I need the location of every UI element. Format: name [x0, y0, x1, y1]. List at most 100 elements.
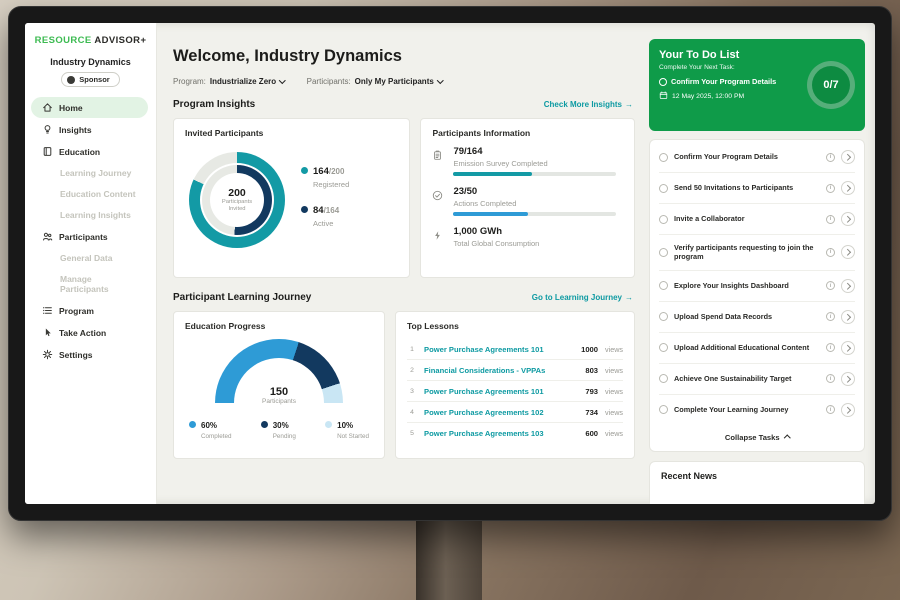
task-row[interactable]: Invite a Collaborator — [659, 204, 855, 235]
task-row[interactable]: Verify participants requesting to join t… — [659, 235, 855, 271]
task-go-button[interactable] — [841, 150, 855, 164]
info-icon[interactable] — [826, 184, 835, 193]
task-checkbox[interactable] — [659, 374, 668, 383]
participants-select-value: Only My Participants — [355, 77, 434, 86]
lesson-rank: 5 — [407, 430, 417, 437]
sidebar-item-education[interactable]: Education — [31, 141, 148, 162]
task-checkbox[interactable] — [659, 153, 668, 162]
donut-center-value: 200 — [228, 187, 246, 199]
lesson-views-unit: views — [605, 429, 623, 438]
info-icon[interactable] — [826, 215, 835, 224]
next-task-checkbox[interactable] — [659, 78, 667, 86]
lesson-link[interactable]: Power Purchase Agreements 103 — [424, 429, 578, 438]
stat-bar-fill — [453, 212, 528, 216]
sidebar-item-education-content[interactable]: Education Content — [31, 184, 148, 204]
sidebar-item-label: Education — [59, 147, 100, 157]
info-icon[interactable] — [826, 405, 835, 414]
task-row[interactable]: Explore Your Insights Dashboard — [659, 271, 855, 302]
task-row[interactable]: Achieve One Sustainability Target — [659, 364, 855, 395]
cursor-icon — [41, 327, 53, 338]
task-label: Upload Spend Data Records — [674, 312, 820, 321]
chevron-right-icon — [844, 216, 850, 222]
task-label: Send 50 Invitations to Participants — [674, 183, 820, 192]
sidebar-item-manage-participants[interactable]: Manage Participants — [31, 269, 148, 299]
task-row[interactable]: Send 50 Invitations to Participants — [659, 173, 855, 204]
task-label: Achieve One Sustainability Target — [674, 374, 820, 383]
sidebar-item-learning-insights[interactable]: Learning Insights — [31, 205, 148, 225]
monitor-bezel: RESOURCE ADVISOR+ Industry Dynamics Spon… — [8, 6, 892, 521]
sidebar-item-general-data[interactable]: General Data — [31, 248, 148, 268]
card-title: Education Progress — [185, 321, 373, 331]
info-icon[interactable] — [826, 248, 835, 257]
stat-label: Emission Survey Completed — [453, 159, 623, 168]
section-title: Program Insights — [173, 99, 255, 110]
sidebar-item-program[interactable]: Program — [31, 300, 148, 321]
task-row[interactable]: Confirm Your Program Details — [659, 142, 855, 173]
card-title: Invited Participants — [185, 128, 398, 138]
chevron-right-icon — [844, 185, 850, 191]
logo-plus: + — [140, 35, 146, 46]
task-checkbox[interactable] — [659, 281, 668, 290]
sidebar-item-take-action[interactable]: Take Action — [31, 322, 148, 343]
task-row[interactable]: Upload Additional Educational Content — [659, 333, 855, 364]
recent-news-title: Recent News — [661, 471, 853, 481]
legend-item-completed: 60% Completed — [189, 415, 231, 440]
collapse-tasks-button[interactable]: Collapse Tasks — [659, 425, 855, 449]
info-icon[interactable] — [826, 153, 835, 162]
arrow-right-icon: → — [625, 100, 633, 109]
chevron-right-icon — [844, 345, 850, 351]
info-icon[interactable] — [826, 281, 835, 290]
lesson-link[interactable]: Power Purchase Agreements 101 — [424, 387, 578, 396]
task-row[interactable]: Complete Your Learning Journey — [659, 395, 855, 425]
info-icon[interactable] — [826, 312, 835, 321]
go-to-learning-journey-link[interactable]: Go to Learning Journey → — [532, 293, 633, 302]
task-go-button[interactable] — [841, 245, 855, 259]
sidebar-item-participants[interactable]: Participants — [31, 226, 148, 247]
sidebar-item-home[interactable]: Home — [31, 97, 148, 118]
sidebar-item-learning-journey[interactable]: Learning Journey — [31, 163, 148, 183]
participants-select[interactable]: Only My Participants — [355, 77, 443, 86]
lesson-link[interactable]: Power Purchase Agreements 102 — [424, 408, 578, 417]
legend-total: /164 — [324, 206, 340, 215]
lesson-rank: 1 — [407, 346, 417, 353]
stat-value: 23/50 — [453, 186, 623, 197]
sidebar-item-insights[interactable]: Insights — [31, 119, 148, 140]
task-go-button[interactable] — [841, 403, 855, 417]
lesson-views: 803 — [585, 366, 598, 375]
task-checkbox[interactable] — [659, 215, 668, 224]
sponsor-badge: Sponsor — [61, 72, 119, 87]
lesson-rank: 4 — [407, 409, 417, 416]
stat-global-consumption: 1,000 GWh Total Global Consumption — [432, 226, 623, 252]
sidebar-item-label: Home — [59, 103, 83, 113]
education-progress-card: Education Progress 150 Participants 60% … — [173, 311, 385, 459]
lesson-link[interactable]: Financial Considerations - VPPAs — [424, 366, 578, 375]
todo-progress-value: 0/7 — [823, 79, 838, 91]
card-title: Top Lessons — [407, 321, 623, 331]
info-icon[interactable] — [826, 374, 835, 383]
task-go-button[interactable] — [841, 279, 855, 293]
task-go-button[interactable] — [841, 181, 855, 195]
check-more-insights-link[interactable]: Check More Insights → — [544, 100, 633, 109]
task-go-button[interactable] — [841, 341, 855, 355]
task-checkbox[interactable] — [659, 343, 668, 352]
task-go-button[interactable] — [841, 310, 855, 324]
task-checkbox[interactable] — [659, 405, 668, 414]
program-select[interactable]: Industrialize Zero — [210, 77, 285, 86]
logo-text-primary: RESOURCE — [35, 35, 92, 46]
task-checkbox[interactable] — [659, 184, 668, 193]
recent-news-card: Recent News — [649, 461, 865, 504]
gear-icon — [41, 349, 53, 360]
task-checkbox[interactable] — [659, 248, 668, 257]
task-go-button[interactable] — [841, 372, 855, 386]
sidebar-item-settings[interactable]: Settings — [31, 344, 148, 365]
task-checkbox[interactable] — [659, 312, 668, 321]
info-icon[interactable] — [826, 343, 835, 352]
task-row[interactable]: Upload Spend Data Records — [659, 302, 855, 333]
lesson-link[interactable]: Power Purchase Agreements 101 — [424, 345, 574, 354]
sidebar-item-label: Insights — [59, 125, 92, 135]
sidebar-item-label: Settings — [59, 350, 93, 360]
task-go-button[interactable] — [841, 212, 855, 226]
legend-label: Registered — [313, 180, 349, 189]
task-label: Confirm Your Program Details — [674, 152, 820, 161]
lesson-views: 1000 — [581, 345, 598, 354]
